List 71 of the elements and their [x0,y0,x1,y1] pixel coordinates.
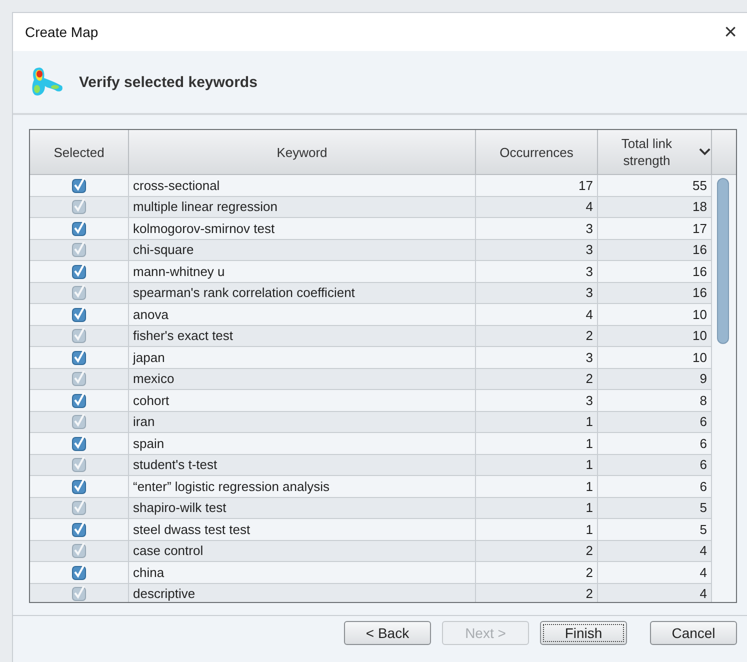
keyword-cell: multiple linear regression [129,196,476,217]
checkbox[interactable] [72,564,86,580]
scrollbar-thumb[interactable] [717,178,729,344]
checkbox[interactable] [72,371,86,386]
dialog-button[interactable]: < Back [344,621,431,645]
column-header[interactable]: Selected [30,130,129,174]
occurrences-cell: 1 [476,498,598,518]
checkbox[interactable] [72,392,86,408]
keyword-cell: cohort [129,390,476,410]
occurrences-cell: 3 [476,347,598,368]
keyword-cell: steel dwass test test [129,519,476,540]
keyword-cell: mexico [129,368,476,389]
page-heading: Verify selected keywords [79,74,258,90]
checkbox[interactable] [72,350,86,365]
checkbox[interactable] [72,543,86,558]
occurrences-cell: 3 [476,240,598,260]
checkbox[interactable] [72,199,86,214]
dialog-button[interactable]: Cancel [650,621,737,645]
occurrences-cell: 1 [476,476,598,496]
occurrences-cell: 2 [476,368,598,389]
keyword-cell: mann-whitney u [129,261,476,282]
occurrences-cell: 2 [476,584,598,602]
keyword-cell: cross-sectional [129,175,476,196]
keyword-cell: shapiro-wilk test [129,498,476,518]
checkbox[interactable] [72,328,86,344]
occurrences-cell: 1 [476,433,598,454]
column-header[interactable]: Occurrences [476,130,598,174]
occurrences-cell: 3 [476,390,598,410]
keyword-cell: descriptive [129,584,476,602]
keyword-cell: “enter” logistic regression analysis [129,476,476,496]
keyword-cell: spain [129,433,476,454]
keyword-cell: student's t-test [129,454,476,475]
keyword-cell: fisher's exact test [129,326,476,346]
occurrences-cell: 2 [476,562,598,582]
column-header[interactable]: Keyword [129,130,476,174]
checkbox[interactable] [72,500,86,516]
checkbox[interactable] [72,414,86,430]
column-header[interactable]: Total link strength [598,130,712,174]
occurrences-cell: 17 [476,175,598,196]
close-button[interactable]: × [724,21,737,43]
checkbox[interactable] [72,306,86,322]
keyword-cell: kolmogorov-smirnov test [129,218,476,238]
keyword-cell: case control [129,540,476,561]
keyword-cell: iran [129,412,476,432]
checkbox[interactable] [72,220,86,236]
occurrences-cell: 1 [476,412,598,432]
occurrences-cell: 1 [476,519,598,540]
keyword-cell: anova [129,304,476,324]
keyword-cell: chi-square [129,240,476,260]
checkbox[interactable] [72,457,86,472]
occurrences-cell: 3 [476,261,598,282]
occurrences-cell: 4 [476,304,598,324]
dialog-button[interactable]: Finish [540,621,627,645]
keyword-cell: china [129,562,476,582]
checkbox[interactable] [72,242,86,258]
occurrences-cell: 2 [476,326,598,346]
keyword-cell: spearman's rank correlation coefficient [129,282,476,303]
occurrences-cell: 1 [476,454,598,475]
checkbox[interactable] [72,478,86,494]
checkbox[interactable] [72,178,86,193]
checkbox[interactable] [72,586,86,602]
occurrences-cell: 2 [476,540,598,561]
occurrences-cell: 3 [476,218,598,238]
keyword-cell: japan [129,347,476,368]
window-title: Create Map [25,24,98,40]
checkbox[interactable] [72,285,86,300]
checkbox[interactable] [72,522,86,537]
checkbox[interactable] [72,436,86,451]
occurrences-cell: 3 [476,282,598,303]
occurrences-cell: 4 [476,196,598,217]
checkbox[interactable] [72,264,86,279]
